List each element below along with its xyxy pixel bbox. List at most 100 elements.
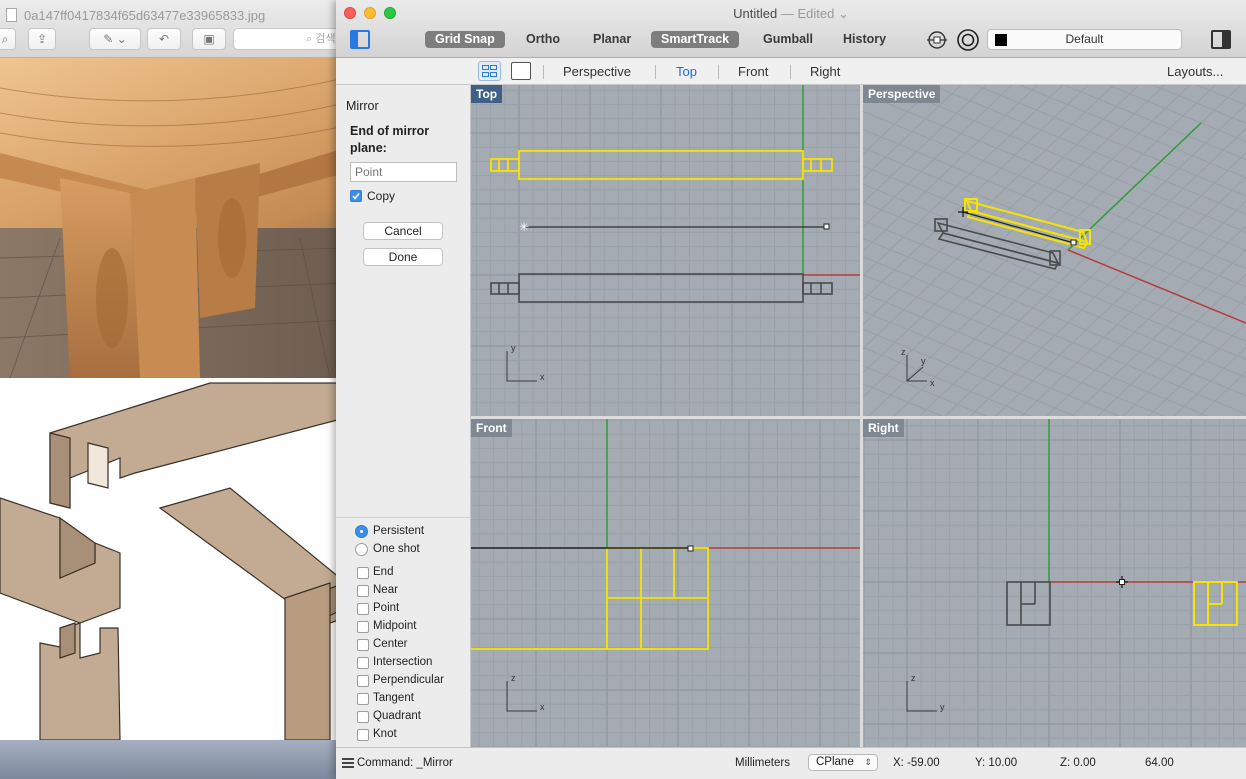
viewport-splitter-horizontal[interactable]: [471, 416, 1246, 419]
preview-window: 0a147ff0417834f65d63477e33965833.jpg ⌕ ⇪…: [0, 0, 345, 779]
preview-search-input[interactable]: ⌕ 검색: [233, 28, 345, 50]
osnap-end-checkbox[interactable]: [357, 567, 369, 579]
front-viewport-canvas: [471, 419, 860, 747]
axis-z-label: z: [911, 673, 916, 683]
sidebar-toggle-icon[interactable]: [350, 30, 370, 49]
one-shot-label: One shot: [373, 543, 420, 555]
end-point-grip: [687, 545, 694, 552]
command-line[interactable]: Command: _Mirror: [357, 757, 453, 769]
panel-divider: [336, 517, 471, 518]
axis-x-label: x: [540, 702, 545, 712]
persistent-radio[interactable]: [355, 525, 368, 538]
tab-separator: [718, 65, 719, 79]
tab-separator: [655, 65, 656, 79]
tab-top[interactable]: Top: [676, 64, 697, 79]
copy-checkbox[interactable]: [350, 190, 362, 202]
four-viewport-layout-icon[interactable]: [478, 61, 501, 81]
record-target-icon[interactable]: [956, 28, 980, 52]
osnap-knot-checkbox[interactable]: [357, 729, 369, 741]
end-point-grip: [823, 223, 830, 230]
rhino-window: Untitled — Edited ⌄ Grid Snap Ortho Plan…: [336, 0, 1246, 779]
viewport-front[interactable]: z x Front: [471, 419, 860, 747]
planar-button[interactable]: Planar: [583, 31, 641, 48]
right-viewport-canvas: [863, 419, 1246, 747]
axis-x-label: x: [540, 372, 545, 382]
cancel-button[interactable]: Cancel: [363, 222, 443, 240]
top-viewport-canvas: ✳: [471, 85, 860, 416]
viewport-title-right[interactable]: Right: [863, 419, 904, 437]
layer-selector[interactable]: Default: [987, 29, 1182, 50]
photo-joint-diagrams: [0, 378, 345, 740]
layouts-button[interactable]: Layouts...: [1167, 64, 1223, 79]
osnap-center-checkbox[interactable]: [357, 639, 369, 651]
single-viewport-layout-icon[interactable]: [511, 62, 531, 80]
markup-icon[interactable]: ✎ ⌄: [89, 28, 141, 50]
document-name: Untitled: [733, 6, 778, 21]
toolbox-icon[interactable]: ▣: [192, 28, 226, 50]
photo-wood-joint: [0, 58, 345, 378]
osnap-midpoint-checkbox[interactable]: [357, 621, 369, 633]
axis-z-label: z: [901, 347, 906, 357]
command-list-icon[interactable]: [342, 758, 354, 768]
osnap-near-checkbox[interactable]: [357, 585, 369, 597]
osnap-near-label: Near: [373, 584, 398, 596]
osnap-tangent-label: Tangent: [373, 692, 414, 704]
window-titlebar: Untitled — Edited ⌄ Grid Snap Ortho Plan…: [336, 0, 1246, 58]
viewport-title-perspective[interactable]: Perspective: [863, 85, 941, 103]
grid-snap-button[interactable]: Grid Snap: [425, 31, 505, 48]
start-point-marker: ✳: [519, 220, 529, 234]
status-bar: Command: _Mirror Millimeters CPlane ⇕ X:…: [336, 747, 1246, 779]
file-icon: [6, 8, 17, 22]
cplane-selector[interactable]: CPlane ⇕: [808, 754, 878, 771]
checkmark-icon: [352, 193, 360, 200]
tab-separator: [790, 65, 791, 79]
history-button[interactable]: History: [833, 31, 896, 48]
joint-diagram-drawing: [0, 382, 345, 740]
osnap-point-checkbox[interactable]: [357, 603, 369, 615]
end-point-grip: [1070, 239, 1077, 246]
right-panel-toggle-icon[interactable]: [1211, 30, 1231, 49]
one-shot-radio[interactable]: [355, 543, 368, 556]
ortho-button[interactable]: Ortho: [516, 31, 570, 48]
viewport-perspective[interactable]: z y x Perspective: [863, 85, 1246, 416]
layer-color-swatch: [995, 34, 1007, 46]
axis-y-label: y: [511, 343, 516, 353]
viewport-right[interactable]: z y Right: [863, 419, 1246, 747]
osnap-perpendicular-checkbox[interactable]: [357, 675, 369, 687]
axis-z-label: z: [511, 673, 516, 683]
osnap-quadrant-checkbox[interactable]: [357, 711, 369, 723]
command-prompt: End of mirror plane:: [350, 124, 430, 155]
preview-file-title: 0a147ff0417834f65d63477e33965833.jpg: [24, 8, 266, 23]
command-name: Mirror: [346, 99, 379, 113]
osnap-perpendicular-label: Perpendicular: [373, 674, 444, 686]
osnap-knot-label: Knot: [373, 728, 397, 740]
viewport-title-top[interactable]: Top: [471, 85, 503, 103]
osnap-tangent-checkbox[interactable]: [357, 693, 369, 705]
osnap-center-label: Center: [373, 638, 408, 650]
distance-value: 64.00: [1145, 757, 1174, 769]
osnap-intersection-checkbox[interactable]: [357, 657, 369, 669]
tab-right[interactable]: Right: [810, 64, 840, 79]
layer-name: Default: [1065, 32, 1104, 46]
done-button[interactable]: Done: [363, 248, 443, 266]
gumball-button[interactable]: Gumball: [753, 31, 823, 48]
copy-label: Copy: [367, 189, 396, 203]
axis-y-label: y: [940, 702, 945, 712]
osnap-midpoint-label: Midpoint: [373, 620, 417, 632]
viewport-top[interactable]: ✳ y x Top: [471, 85, 860, 416]
viewport-title-front[interactable]: Front: [471, 419, 512, 437]
tab-perspective[interactable]: Perspective: [563, 64, 631, 79]
point-input[interactable]: [350, 162, 457, 182]
osnap-target-icon[interactable]: [926, 29, 948, 51]
tab-separator: [543, 65, 544, 79]
axis-y-label: y: [921, 356, 926, 366]
rotate-icon[interactable]: ↶: [147, 28, 181, 50]
edited-indicator[interactable]: — Edited ⌄: [781, 6, 849, 21]
tab-front[interactable]: Front: [738, 64, 768, 79]
coord-x: X: -59.00: [893, 757, 940, 769]
share-icon[interactable]: ⇪: [28, 28, 56, 50]
stepper-icon: ⇕: [864, 757, 872, 767]
units-label[interactable]: Millimeters: [735, 757, 790, 769]
zoom-icon[interactable]: ⌕: [0, 28, 16, 50]
smarttrack-button[interactable]: SmartTrack: [651, 31, 740, 48]
